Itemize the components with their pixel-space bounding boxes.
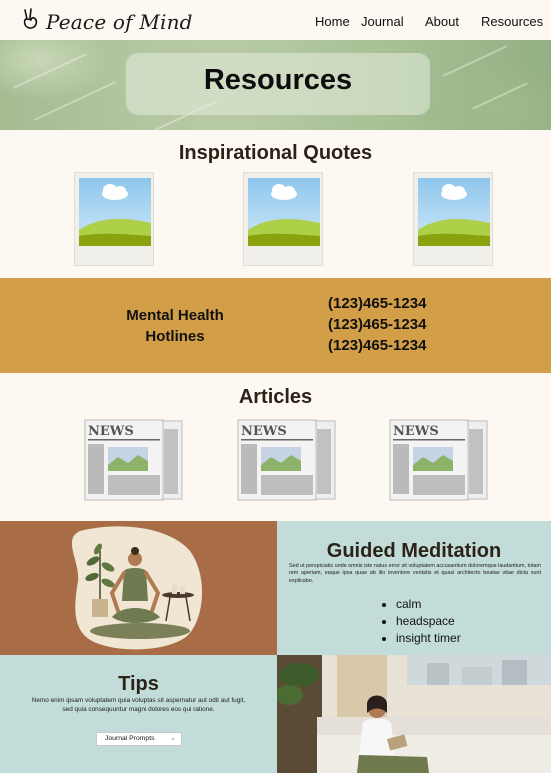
article-thumbnail-3[interactable]: NEWS <box>389 417 489 503</box>
articles-heading: Articles <box>238 386 313 408</box>
quote-image-3[interactable] <box>413 172 493 266</box>
nav-link-about[interactable]: About <box>425 14 459 29</box>
foliage-decoration <box>33 81 117 121</box>
svg-text:NEWS: NEWS <box>241 424 287 439</box>
foliage-decoration <box>472 82 528 110</box>
quotes-heading: Inspirational Quotes <box>178 142 373 164</box>
meditation-illustration <box>0 521 277 655</box>
chevron-down-icon: ⌄ <box>170 735 176 742</box>
hotline-number[interactable]: (123)465-1234 <box>328 316 426 333</box>
logo-text: Peace of Mind <box>46 9 193 34</box>
meditation-app-list: calm headspace insight timer <box>382 596 461 647</box>
nav-link-journal[interactable]: Journal <box>361 14 404 29</box>
foliage-decoration <box>442 45 508 77</box>
newspaper-icon: NEWS <box>389 419 488 501</box>
page-title: Resources <box>203 64 353 96</box>
article-thumbnail-2[interactable]: NEWS <box>237 417 337 503</box>
quote-image-1[interactable] <box>74 172 154 266</box>
nav-link-resources[interactable]: Resources <box>481 14 543 29</box>
foliage-decoration <box>13 53 87 89</box>
tips-description: Nemo enim ipsam voluptatem quia voluptas… <box>31 697 246 713</box>
hotline-number[interactable]: (123)465-1234 <box>328 337 426 354</box>
logo[interactable]: Peace of Mind <box>22 8 193 35</box>
hotlines-label-line1: Mental Health <box>126 307 224 324</box>
svg-text:NEWS: NEWS <box>393 424 439 439</box>
top-nav: Peace of Mind Home Journal About Resourc… <box>0 0 551 40</box>
tips-heading: Tips <box>118 673 159 695</box>
quote-image-2[interactable] <box>243 172 323 266</box>
list-item[interactable]: calm <box>396 596 461 613</box>
hero-banner: Resources <box>0 40 551 130</box>
woman-journaling-photo <box>277 655 551 773</box>
tips-section: Tips Nemo enim ipsam voluptatem quia vol… <box>0 655 277 773</box>
newspaper-icon: NEWS <box>237 419 336 501</box>
image-placeholder-icon <box>248 178 320 246</box>
image-placeholder-icon <box>418 178 490 246</box>
hotlines-label: Mental Health Hotlines <box>110 305 240 347</box>
meditation-heading: Guided Meditation <box>326 540 502 562</box>
article-thumbnail-1[interactable]: NEWS <box>84 417 184 503</box>
svg-text:NEWS: NEWS <box>88 424 134 439</box>
nav-link-home[interactable]: Home <box>315 14 350 29</box>
select-value: Journal Prompts <box>105 735 155 742</box>
image-placeholder-icon <box>79 178 151 246</box>
hotline-number[interactable]: (123)465-1234 <box>328 295 426 312</box>
peace-hand-icon <box>22 8 40 35</box>
hotlines-label-line2: Hotlines <box>145 328 205 345</box>
hotlines-section: Mental Health Hotlines (123)465-1234 (12… <box>0 278 551 373</box>
list-item[interactable]: insight timer <box>396 630 461 647</box>
meditation-section: Guided Meditation Sed ut perspiciatis un… <box>277 521 551 655</box>
journal-prompts-select[interactable]: Journal Prompts ⌄ <box>96 732 182 746</box>
newspaper-icon: NEWS <box>84 419 183 501</box>
meditation-description: Sed ut perspiciatis unde omnis iste natu… <box>289 563 541 584</box>
list-item[interactable]: headspace <box>396 613 461 630</box>
